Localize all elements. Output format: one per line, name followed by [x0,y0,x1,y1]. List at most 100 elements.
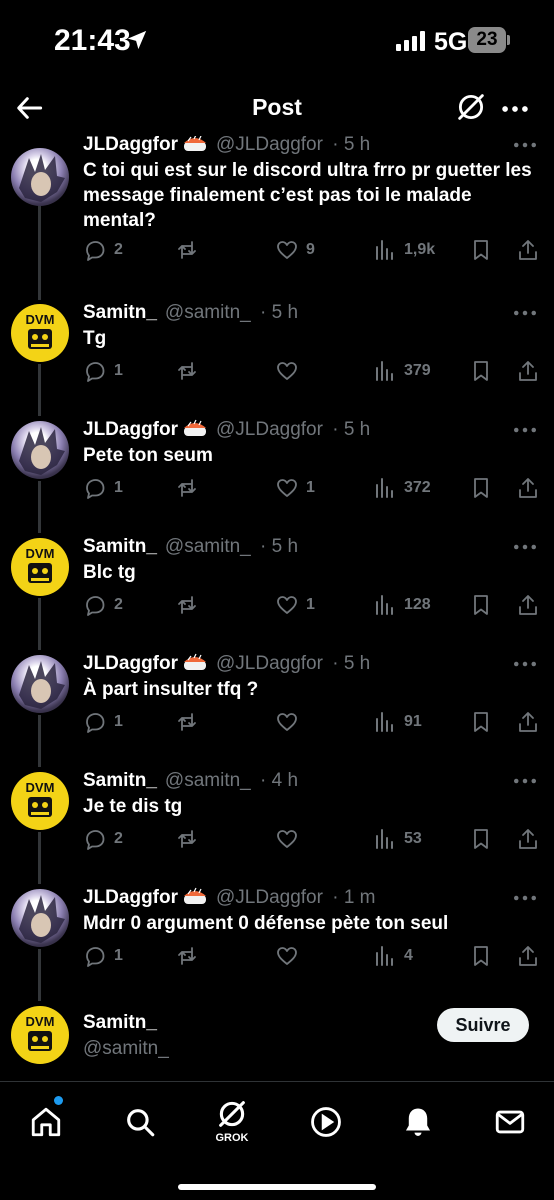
author-name[interactable]: JLDaggfor [83,419,178,440]
author-handle[interactable]: @JLDaggfor [216,887,323,908]
more-icon[interactable] [510,883,540,913]
share-button[interactable] [516,357,540,385]
retweet-button[interactable] [175,708,206,736]
author-name[interactable]: Samitn_ [83,1012,157,1033]
avatar[interactable]: DVM [11,304,69,362]
like-button[interactable] [275,942,306,970]
tweet[interactable]: DVM Samitn_ @samitn_ · 5 h Blc tg 2 1 128 [0,534,554,644]
views-icon [376,712,393,732]
author-handle[interactable]: @samitn_ [83,1038,169,1059]
reply-count: 1 [114,947,123,964]
author-handle[interactable]: @JLDaggfor [216,653,323,674]
avatar[interactable] [11,889,69,947]
avatar[interactable] [11,421,69,479]
avatar[interactable]: DVM [11,1006,69,1064]
reply-button[interactable]: 2 [83,591,123,619]
tweet-time: · 5 h [332,419,371,440]
tweet-actions: 2 9 1,9k [83,236,538,264]
nav-search[interactable] [118,1100,162,1144]
bookmark-button[interactable] [469,942,493,970]
bookmark-button[interactable] [469,357,493,385]
author-name[interactable]: Samitn_ [83,770,157,791]
bookmark-button[interactable] [469,825,493,853]
nav-grok[interactable] [210,1092,254,1136]
share-button[interactable] [516,708,540,736]
share-button[interactable] [516,591,540,619]
views-button[interactable]: 91 [373,708,422,736]
more-icon[interactable] [510,136,540,160]
author-handle[interactable]: @samitn_ [165,770,251,791]
bookmark-button[interactable] [469,236,493,264]
more-icon[interactable] [510,766,540,796]
views-button[interactable]: 128 [373,591,431,619]
reply-button[interactable]: 1 [83,942,123,970]
reply-button[interactable]: 1 [83,357,123,385]
tweet[interactable]: DVM Samitn_ @samitn_ · 5 h Tg 1 379 [0,300,554,410]
nav-videos[interactable] [304,1100,348,1144]
more-icon[interactable] [498,92,532,126]
heart-icon [277,947,297,965]
views-button[interactable]: 372 [373,474,431,502]
views-button[interactable]: 1,9k [373,236,435,264]
author-name[interactable]: Samitn_ [83,302,157,323]
more-icon[interactable] [510,298,540,328]
author-name[interactable]: JLDaggfor [83,653,178,674]
nav-home[interactable] [24,1100,68,1144]
like-button[interactable]: 1 [275,474,315,502]
retweet-button[interactable] [175,825,206,853]
reply-button[interactable]: 2 [83,825,123,853]
bookmark-button[interactable] [469,591,493,619]
tweet[interactable]: JLDaggfor @JLDaggfor · 1 m Mdrr 0 argumen… [0,885,554,995]
avatar[interactable]: DVM [11,772,69,830]
retweet-button[interactable] [175,357,206,385]
tweet[interactable]: JLDaggfor @JLDaggfor · 5 h C toi qui est … [0,136,554,272]
grok-icon[interactable] [454,90,488,124]
bookmark-button[interactable] [469,474,493,502]
tweet[interactable]: JLDaggfor @JLDaggfor · 5 h Pete ton seum … [0,417,554,527]
like-button[interactable] [275,825,306,853]
author-name[interactable]: Samitn_ [83,536,157,557]
more-icon[interactable] [510,415,540,445]
tweet-text: Tg [83,328,107,349]
retweet-button[interactable] [175,942,206,970]
bookmark-button[interactable] [469,708,493,736]
author-handle[interactable]: @samitn_ [165,536,251,557]
share-button[interactable] [516,942,540,970]
author-name[interactable]: JLDaggfor [83,887,178,908]
retweet-button[interactable] [175,236,206,264]
like-button[interactable]: 9 [275,236,315,264]
share-button[interactable] [516,474,540,502]
tweet[interactable]: JLDaggfor @JLDaggfor · 5 h À part insulte… [0,651,554,761]
views-button[interactable]: 4 [373,942,413,970]
nav-notifications[interactable] [396,1100,440,1144]
like-button[interactable]: 1 [275,591,315,619]
tweet-header: Samitn_ @samitn_ · 5 h [83,534,490,560]
share-button[interactable] [516,825,540,853]
reply-button[interactable]: 1 [83,708,123,736]
like-button[interactable] [275,708,306,736]
reply-icon [86,596,105,616]
follow-button[interactable]: Suivre [437,1008,529,1042]
author-handle[interactable]: @JLDaggfor [216,419,323,440]
reply-button[interactable]: 2 [83,236,123,264]
retweet-icon [178,947,196,965]
nav-messages[interactable] [488,1100,532,1144]
views-button[interactable]: 379 [373,357,431,385]
tweet-time: · 5 h [332,653,371,674]
avatar[interactable] [11,148,69,206]
author-name[interactable]: JLDaggfor [83,136,178,155]
author-handle[interactable]: @samitn_ [165,302,251,323]
author-handle[interactable]: @JLDaggfor [216,136,323,155]
reply-button[interactable]: 1 [83,474,123,502]
more-icon[interactable] [510,532,540,562]
retweet-button[interactable] [175,474,206,502]
like-button[interactable] [275,357,306,385]
avatar[interactable]: DVM [11,538,69,596]
retweet-button[interactable] [175,591,206,619]
tweet[interactable]: DVM Samitn_ @samitn_ · 4 h Je te dis tg 2 [0,768,554,878]
tweet-text: Je te dis tg [83,796,183,817]
views-button[interactable]: 53 [373,825,422,853]
more-icon[interactable] [510,649,540,679]
share-button[interactable] [516,236,540,264]
avatar[interactable] [11,655,69,713]
